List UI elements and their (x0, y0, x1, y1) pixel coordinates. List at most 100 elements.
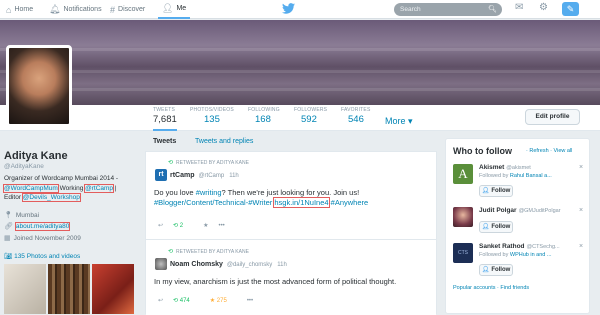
tweet-text: Do you love #writing? Then we're just lo… (154, 188, 369, 208)
quill-icon: ✎ (566, 4, 575, 14)
suggestion-avatar[interactable]: A (453, 164, 473, 184)
messages-icon[interactable]: ✉ (515, 2, 523, 13)
more-menu[interactable]: More ▾ (385, 116, 413, 127)
suggestion-avatar[interactable] (453, 207, 473, 227)
suggestion-name[interactable]: Judit Polgar @GMJuditPolgar (479, 207, 561, 214)
popular-accounts-link[interactable]: Popular accounts (453, 285, 496, 291)
tweet-item[interactable]: ⟲ RETWEETED BY ADITYA KANE rt rtCamp @rt… (146, 152, 436, 240)
retweet-context: ⟲ RETWEETED BY ADITYA KANE (168, 248, 249, 256)
bio-link-wordcampmum[interactable]: @WordCampMum (3, 183, 59, 193)
who-to-follow-footer: Popular accounts · Find friends (453, 285, 530, 291)
photo-thumbnail[interactable] (48, 264, 90, 314)
photo-thumbnail[interactable] (4, 264, 46, 314)
calendar-icon: ▦ (4, 235, 11, 242)
photo-thumbnail[interactable] (92, 264, 134, 314)
search-input[interactable]: Search 🔍︎ (394, 3, 502, 16)
compose-tweet-button[interactable]: ✎ (562, 2, 579, 16)
favorite-button[interactable]: ★ 275 (210, 297, 237, 304)
stat-tweets[interactable]: TWEETS 7,681 (153, 107, 177, 131)
profile-handle[interactable]: @AdityaKane (4, 163, 44, 170)
tweet-timestamp[interactable]: 11h (277, 262, 287, 268)
profile-url: 🔗︎ about.me/aditya80 (4, 221, 71, 231)
who-to-follow-panel: Who to follow · Refresh · View all A Aki… (445, 138, 590, 314)
hashtag-icon: # (110, 4, 116, 15)
caret-down-icon: ▾ (408, 116, 413, 126)
suggestion-item: Judit Polgar @GMJuditPolgar 👤︎ Follow × (453, 207, 585, 243)
tweet-url-link[interactable]: hsgk.in/1NuIne4 (273, 197, 330, 208)
add-user-icon: 👤︎ (481, 267, 490, 273)
tweet-text: In my view, anarchism is just the most a… (154, 277, 397, 286)
tweet-author-avatar[interactable]: rt (155, 169, 167, 181)
refresh-link[interactable]: Refresh (529, 148, 548, 154)
tweet-item[interactable]: ⟲ RETWEETED BY ADITYA KANE Noam Chomsky … (146, 241, 436, 315)
tweet-author-avatar[interactable] (155, 258, 167, 270)
suggestion-item: A Akismet @akismet Followed by Rahul Bans… (453, 164, 585, 200)
who-to-follow-links: · Refresh · View all (526, 148, 573, 154)
tweet-author[interactable]: Noam Chomsky @daily_chomsky 11h (170, 261, 287, 268)
suggestion-avatar[interactable]: CTS (453, 243, 473, 263)
view-all-link[interactable]: View all (554, 148, 573, 154)
nav-notifications[interactable]: 🔔︎ Notifications (49, 0, 102, 19)
close-icon[interactable]: × (579, 164, 583, 171)
bio-link-devils-workshop[interactable]: @Devils_Workshop (21, 193, 81, 202)
link-icon: 🔗︎ (4, 223, 13, 230)
profile-location: 📍︎ Mumbai (4, 211, 40, 220)
bio-link-rtcamp[interactable]: @rtCamp (84, 183, 115, 193)
profile-url-link[interactable]: about.me/aditya80 (14, 221, 71, 231)
suggestion-name[interactable]: Akismet @akismet (479, 164, 531, 171)
person-icon: 👤︎ (162, 3, 174, 13)
who-to-follow-title: Who to follow (453, 146, 512, 156)
tab-tweets-and-replies[interactable]: Tweets and replies (195, 138, 253, 145)
hashtag-link[interactable]: #writing (196, 188, 222, 197)
more-dots-icon[interactable]: ••• (247, 298, 253, 304)
hashtag-link[interactable]: #Blogger/Content/Technical- (154, 198, 248, 207)
retweet-button[interactable]: ⟲ 2 (173, 222, 193, 229)
stat-favorites[interactable]: FAVORITES 546 (341, 107, 371, 125)
edit-profile-button[interactable]: Edit profile (525, 109, 580, 125)
stat-followers[interactable]: FOLLOWERS 592 (294, 107, 327, 125)
reply-icon[interactable]: ↩ (158, 222, 163, 229)
favorite-star-icon[interactable]: ★ (203, 222, 208, 229)
add-user-icon: 👤︎ (481, 224, 490, 230)
profile-bio: Organizer of Wordcamp Mumbai 2014 - @Wor… (3, 175, 119, 202)
suggestion-context: Followed by Rahul Bansal a... (479, 173, 552, 179)
hashtag-link[interactable]: #Writer (248, 198, 272, 207)
close-icon[interactable]: × (579, 243, 583, 250)
retweet-icon: ⟲ (168, 160, 174, 166)
profile-name: Aditya Kane (4, 150, 68, 162)
more-dots-icon[interactable]: ••• (218, 223, 224, 229)
tweet-timestamp[interactable]: 11h (229, 173, 239, 179)
home-icon: ⌂ (6, 4, 12, 15)
profile-stats-bar: TWEETS 7,681 PHOTOS/VIDEOS 135 FOLLOWING… (0, 105, 600, 131)
tweet-stream: ⟲ RETWEETED BY ADITYA KANE rt rtCamp @rt… (145, 151, 437, 315)
follow-button[interactable]: 👤︎ Follow (479, 221, 513, 233)
camera-icon: 📷︎ (4, 253, 13, 260)
find-friends-link[interactable]: Find friends (500, 285, 529, 291)
stat-photos-videos[interactable]: PHOTOS/VIDEOS 135 (190, 107, 234, 125)
suggestion-item: CTS Sanket Rathod @CTSechg... Followed by… (453, 243, 585, 281)
reply-icon[interactable]: ↩ (158, 297, 163, 304)
suggestion-name[interactable]: Sanket Rathod @CTSechg... (479, 243, 560, 250)
gear-icon[interactable]: ⚙ (539, 2, 548, 13)
bell-icon: 🔔︎ (49, 4, 61, 14)
retweet-icon: ⟲ (168, 249, 174, 255)
stat-following[interactable]: FOLLOWING 168 (248, 107, 280, 125)
nav-discover[interactable]: # Discover (110, 0, 145, 19)
follow-button[interactable]: 👤︎ Follow (479, 185, 513, 197)
search-icon[interactable]: 🔍︎ (488, 3, 497, 16)
hashtag-link[interactable]: #Anywhere (331, 198, 369, 207)
retweet-context: ⟲ RETWEETED BY ADITYA KANE (168, 159, 249, 167)
photos-videos-link[interactable]: 📷︎ 135 Photos and videos (4, 252, 80, 260)
close-icon[interactable]: × (579, 207, 583, 214)
profile-avatar[interactable] (6, 45, 72, 127)
follow-button[interactable]: 👤︎ Follow (479, 264, 513, 276)
tweet-actions: ↩ ⟲ 2 ★ ••• (158, 222, 235, 230)
nav-me[interactable]: 👤︎ Me (158, 0, 191, 19)
nav-home[interactable]: ⌂ Home (6, 0, 33, 19)
retweet-button[interactable]: ⟲ 474 (173, 297, 200, 304)
suggestion-context: Followed by WPHub in and ... (479, 252, 552, 258)
tab-tweets[interactable]: Tweets (153, 138, 176, 145)
twitter-bird-icon[interactable] (282, 3, 295, 17)
tweet-author[interactable]: rtCamp @rtCamp 11h (170, 172, 239, 179)
location-pin-icon: 📍︎ (4, 212, 13, 219)
